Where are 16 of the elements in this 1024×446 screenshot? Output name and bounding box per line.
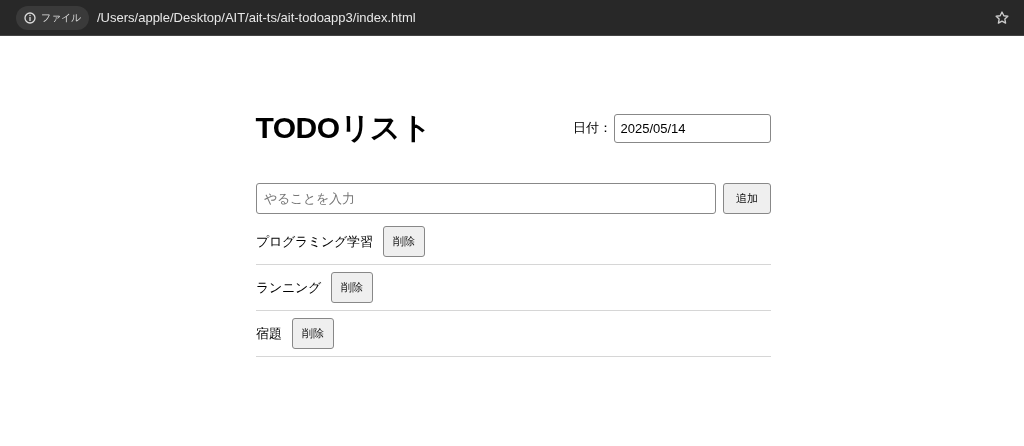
delete-button[interactable]: 削除	[330, 272, 373, 303]
date-field[interactable]: 2025/05/14	[613, 113, 771, 143]
scheme-label: ファイル	[41, 10, 81, 25]
task-input-field[interactable]: やることを入力	[255, 183, 716, 214]
site-info-chip[interactable]: ファイル	[16, 5, 89, 30]
info-icon	[24, 11, 36, 24]
delete-button[interactable]: 削除	[382, 226, 425, 257]
todo-text: 宿題	[255, 324, 282, 343]
page-title: TODOリスト	[255, 109, 432, 146]
todo-text: プログラミング学習	[255, 232, 373, 251]
add-button[interactable]: 追加	[722, 183, 771, 214]
url-text[interactable]: /Users/apple/Desktop/AIT/ait-ts/ait-todoapp3/index.html	[97, 10, 416, 25]
todo-text: ランニング	[255, 278, 321, 297]
bookmark-star-icon[interactable]	[994, 9, 1010, 26]
date-label: 日付：	[572, 119, 612, 137]
delete-button[interactable]: 削除	[291, 318, 334, 349]
